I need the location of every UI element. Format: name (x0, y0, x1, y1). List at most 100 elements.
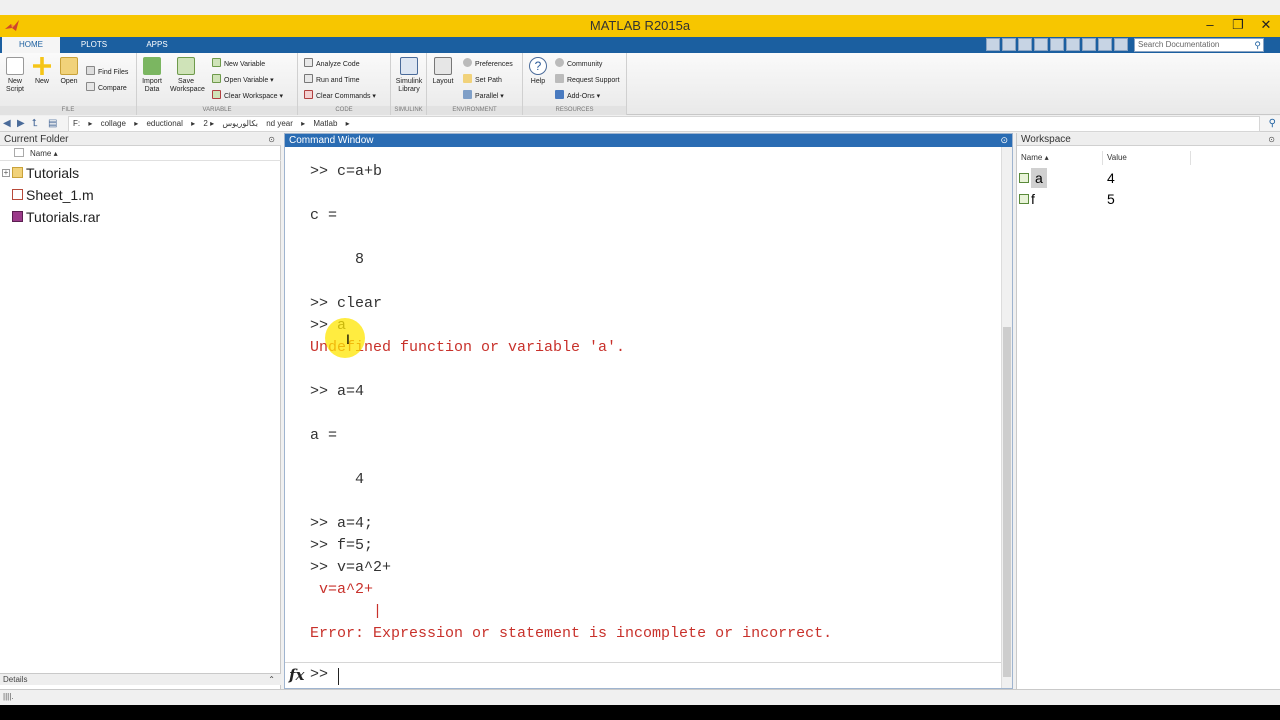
command-window[interactable]: Command Window ⊙ >> c=a+b c = 8 >> clear >>… (284, 133, 1013, 689)
list-item[interactable]: Sheet_1.m (12, 185, 94, 205)
simulink-library-button[interactable]: Simulink Library (394, 57, 424, 94)
title-bar: MATLAB R2015a – ❐ ✕ (0, 15, 1280, 37)
tab-apps[interactable]: APPS (128, 37, 186, 53)
new-script-button[interactable]: New Script (0, 57, 30, 94)
breadcrumb-separator: ▸ (210, 119, 215, 128)
parallel-button[interactable]: Parallel ▾ (463, 90, 504, 102)
workspace-row[interactable]: f 5 (1017, 189, 1280, 209)
find-files-button[interactable]: Find Files (86, 66, 128, 78)
quick-access-button[interactable] (1034, 38, 1048, 51)
help-icon[interactable] (1114, 38, 1128, 51)
vertical-scrollbar[interactable] (1001, 147, 1012, 688)
breadcrumb[interactable]: F: ▸ collage ▸ eductional ▸ بكالوريوس ▸ … (68, 116, 1260, 132)
quick-access-button[interactable] (986, 38, 1000, 51)
panel-menu-icon[interactable]: ⊙ (1268, 135, 1275, 144)
breadcrumb-item[interactable]: Matlab (313, 119, 337, 128)
analyze-code-button[interactable]: Analyze Code (304, 58, 360, 70)
breadcrumb-separator: ▸ (301, 119, 306, 128)
status-bar: ||||. (0, 689, 1280, 705)
tab-home[interactable]: HOME (2, 37, 60, 53)
list-item[interactable]: Tutorials.rar (12, 207, 100, 227)
ribbon-group-file: New Script New Open Find Files Compare F… (0, 53, 137, 115)
compare-label: Compare (98, 85, 127, 92)
panel-menu-icon[interactable]: ⊙ (1000, 135, 1008, 146)
community-button[interactable]: Community (555, 58, 602, 70)
folder-icon (60, 57, 78, 75)
back-arrow-icon[interactable]: ◀ (3, 118, 11, 130)
ribbon-group-code: Analyze Code Run and Time Clear Commands… (298, 53, 391, 115)
preferences-button[interactable]: Preferences (463, 58, 513, 70)
import-data-button[interactable]: Import Data (137, 57, 167, 94)
list-item[interactable]: Tutorials (12, 163, 79, 183)
variable-icon (1019, 194, 1029, 204)
breadcrumb-item[interactable]: collage (101, 119, 126, 128)
save-workspace-button[interactable]: Save Workspace (170, 57, 205, 94)
workspace-title: Workspace (1017, 133, 1280, 146)
forward-arrow-icon[interactable]: ▶ (17, 118, 25, 130)
new-button[interactable]: New (27, 57, 57, 86)
quick-access-button[interactable] (1066, 38, 1080, 51)
search-documentation-input[interactable]: Search Documentation ⚲ (1134, 38, 1264, 52)
clear-workspace-button[interactable]: Clear Workspace ▾ (212, 90, 283, 102)
quick-access-button[interactable] (1050, 38, 1064, 51)
command-prompt: >> (310, 666, 329, 683)
column-header-value[interactable]: Value (1103, 151, 1191, 165)
error-line: Error: Expression or statement is incomp… (310, 625, 833, 642)
command-line: >> a=4; (310, 515, 374, 532)
command-line: >> c=a+b (310, 163, 383, 180)
quick-access-button[interactable] (1082, 38, 1096, 51)
layout-label: Layout (432, 78, 454, 85)
scrollbar-thumb[interactable] (1003, 327, 1011, 677)
status-indicator-icon: ||||. (3, 692, 14, 701)
add-ons-label: Add-Ons (567, 93, 595, 100)
close-button[interactable]: ✕ (1252, 15, 1280, 35)
breadcrumb-item[interactable]: بكالوريوس (222, 119, 258, 128)
column-header-name[interactable]: Name ▴ (0, 147, 281, 161)
new-variable-button[interactable]: New Variable (212, 58, 265, 70)
quick-access-button[interactable] (1098, 38, 1112, 51)
community-icon (555, 58, 564, 67)
help-button[interactable]: ? Help (523, 57, 553, 86)
tab-plots[interactable]: PLOTS (64, 37, 124, 53)
run-and-time-label: Run and Time (316, 77, 360, 84)
save-workspace-icon (177, 57, 195, 75)
layout-button[interactable]: Layout (428, 57, 458, 86)
folder-icon (12, 167, 23, 178)
chevron-up-icon[interactable]: ⌃ (268, 674, 275, 686)
quick-access-button[interactable] (1002, 38, 1016, 51)
compare-icon (86, 82, 95, 91)
column-header-name[interactable]: Name ▴ (1017, 151, 1103, 165)
command-prompt-row[interactable]: fx >> (285, 662, 1001, 688)
breadcrumb-item[interactable]: eductional (146, 119, 182, 128)
browse-folder-icon[interactable]: ▤ (48, 118, 57, 130)
minimize-button[interactable]: – (1196, 15, 1224, 35)
expand-icon[interactable]: + (2, 169, 10, 177)
mouse-cursor-highlight (325, 318, 365, 358)
search-folder-icon[interactable]: ⚲ (1269, 118, 1276, 130)
panel-menu-icon[interactable]: ⊙ (268, 135, 275, 144)
search-icon[interactable]: ⚲ (1254, 39, 1261, 51)
breadcrumb-item[interactable]: F: (73, 119, 80, 128)
function-browser-icon[interactable]: fx (289, 666, 304, 684)
open-variable-button[interactable]: Open Variable ▾ (212, 74, 274, 86)
workspace-row[interactable]: a 4 (1017, 168, 1280, 188)
quick-access-button[interactable] (1018, 38, 1032, 51)
add-ons-button[interactable]: Add-Ons ▾ (555, 90, 600, 102)
breadcrumb-separator: ▸ (88, 119, 93, 128)
details-panel[interactable]: Details ⌃ (0, 673, 281, 685)
maximize-button[interactable]: ❐ (1224, 15, 1252, 35)
command-line: >> v=a^2+ (310, 559, 392, 576)
column-name-label: Name ▴ (30, 149, 58, 158)
set-path-button[interactable]: Set Path (463, 74, 502, 86)
up-folder-icon[interactable]: ⮤ (32, 118, 38, 130)
open-button[interactable]: Open (54, 57, 84, 86)
details-label: Details (3, 675, 28, 684)
request-support-button[interactable]: Request Support (555, 74, 620, 86)
new-variable-icon (212, 58, 221, 67)
compare-button[interactable]: Compare (86, 82, 127, 94)
save-workspace-label: Save Workspace (170, 78, 205, 93)
run-and-time-button[interactable]: Run and Time (304, 74, 360, 86)
clear-commands-button[interactable]: Clear Commands ▾ (304, 90, 376, 102)
quick-access-toolbar (986, 38, 1128, 52)
current-folder-panel: Current Folder ⊙ Name ▴ + Tutorials Shee… (0, 133, 281, 689)
